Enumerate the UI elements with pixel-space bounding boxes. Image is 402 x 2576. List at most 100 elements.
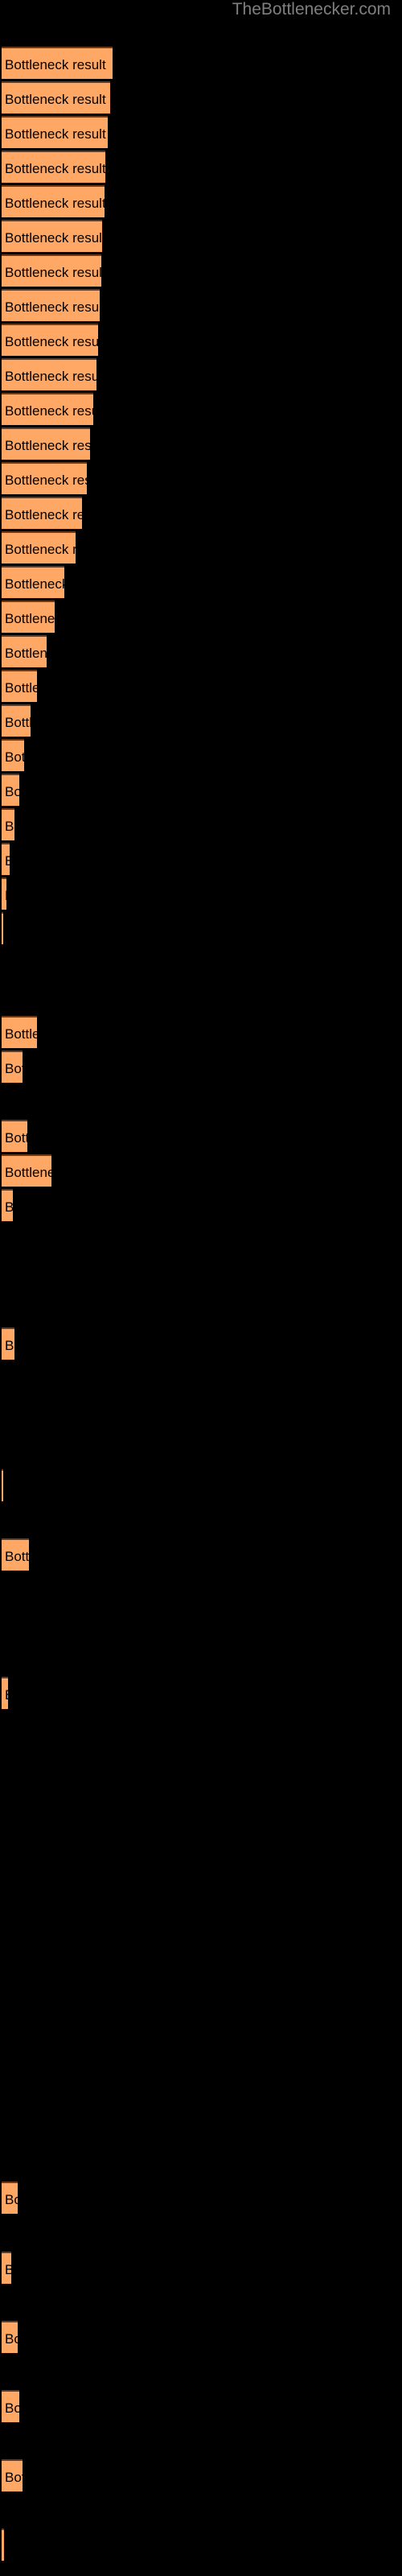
bar-label: Bottleneck result — [5, 844, 10, 875]
bar-row: Bottleneck result — [2, 1154, 51, 1187]
bar-38: Bottleneck result — [2, 2321, 18, 2353]
bar-label: Bottleneck result — [5, 161, 105, 176]
bar-14: Bottleneck result — [2, 497, 82, 529]
bar-row: Bottleneck result — [2, 116, 108, 148]
bar-5: Bottleneck result — [2, 185, 105, 217]
bar-15: Bottleneck result — [2, 531, 76, 564]
bar-label: Bottleneck result — [5, 334, 98, 349]
bar-row: Bottleneck result — [2, 1189, 13, 1221]
bar-row: Bottleneck result — [2, 912, 3, 944]
bar-6: Bottleneck result — [2, 220, 102, 252]
bar-31: Bottleneck result — [2, 1189, 13, 1221]
bar-row: Bottleneck result — [2, 877, 6, 910]
bar-label: Bottleneck result — [5, 1130, 27, 1146]
bar-row: Bottleneck result — [2, 1051, 23, 1083]
bar-chart-plot-area: Bottleneck result Bottleneck result Bottle… — [0, 0, 402, 2576]
bar-row: Bottleneck result — [2, 497, 82, 529]
bar-12: Bottleneck result — [2, 427, 90, 460]
bar-label: Bottleneck result — [5, 57, 106, 72]
bar-row: Bottleneck result — [2, 1538, 29, 1571]
bar-2: Bottleneck result — [2, 81, 110, 114]
bar-label: Bottleneck result — [5, 1549, 29, 1564]
bar-row: Bottleneck result — [2, 2182, 18, 2214]
bar-label: Bottleneck result — [5, 507, 82, 522]
bar-36: Bottleneck result — [2, 2182, 18, 2214]
bar-label: Bottleneck result — [5, 1061, 23, 1076]
bar-row: Bottleneck result — [2, 843, 10, 875]
bar-label: Bottleneck result — [5, 92, 106, 107]
bar-row: Bottleneck result — [2, 462, 87, 494]
bar-row: Bottleneck result — [2, 289, 100, 321]
bar-row: Bottleneck result — [2, 2252, 11, 2284]
bar-label: Bottleneck result — [5, 576, 64, 592]
bar-19: Bottleneck result — [2, 670, 37, 702]
bar-label: Bottleneck result — [5, 1165, 51, 1180]
bar-row: Bottleneck result — [2, 704, 31, 737]
bar-22: Bottleneck result — [2, 774, 19, 806]
bar-label: Bottleneck result — [5, 1338, 14, 1353]
bar-row: Bottleneck result — [2, 670, 37, 702]
bar-label: Bottleneck result — [5, 879, 6, 910]
bar-21: Bottleneck result — [2, 739, 24, 771]
bar-row: Bottleneck result — [2, 151, 105, 183]
bar-23: Bottleneck result — [2, 808, 14, 840]
bar-row: Bottleneck result — [2, 427, 90, 460]
bar-label: Bottleneck result — [5, 438, 90, 453]
bar-17: Bottleneck result — [2, 601, 55, 633]
bar-10: Bottleneck result — [2, 358, 96, 390]
bar-label: Bottleneck result — [5, 749, 24, 765]
bar-label: Bottleneck result — [5, 542, 76, 557]
bar-9: Bottleneck result — [2, 324, 98, 356]
bar-27: Bottleneck result — [2, 1016, 37, 1048]
bar-row: Bottleneck result — [2, 601, 55, 633]
bar-row: Bottleneck result — [2, 808, 14, 840]
bar-label: Bottleneck result — [5, 1678, 8, 1709]
bar-30: Bottleneck result — [2, 1154, 51, 1187]
bar-3: Bottleneck result — [2, 116, 108, 148]
bar-row: Bottleneck result — [2, 393, 93, 425]
bar-row: Bottleneck result — [2, 1327, 14, 1360]
bar-row: Bottleneck result — [2, 1677, 8, 1709]
bar-35: Bottleneck result — [2, 1677, 8, 1709]
bar-7: Bottleneck result — [2, 254, 101, 287]
bar-1: Bottleneck result — [2, 47, 113, 79]
bar-26: Bottleneck result — [2, 912, 3, 944]
bar-25: Bottleneck result — [2, 877, 6, 910]
bar-34: Bottleneck result — [2, 1538, 29, 1571]
bar-row: Bottleneck result — [2, 2321, 18, 2353]
bar-label: Bottleneck result — [5, 265, 101, 280]
bar-row: Bottleneck result — [2, 324, 98, 356]
bar-label: Bottleneck result — [5, 1026, 37, 1042]
bar-row: Bottleneck result — [2, 1120, 27, 1152]
bar-label: Bottleneck result — [5, 715, 31, 730]
bar-29: Bottleneck result — [2, 1120, 27, 1152]
bar-label: Bottleneck result — [5, 369, 96, 384]
bar-row: Bottleneck result — [2, 47, 113, 79]
bar-33: Bottleneck result — [2, 1469, 3, 1501]
bar-label: Bottleneck result — [5, 126, 106, 142]
bar-row: Bottleneck result — [2, 566, 64, 598]
bar-39: Bottleneck result — [2, 2390, 19, 2422]
bar-row: Bottleneck result — [2, 220, 102, 252]
bar-label: Bottleneck result — [5, 230, 102, 246]
bar-18: Bottleneck result — [2, 635, 47, 667]
bar-11: Bottleneck result — [2, 393, 93, 425]
bar-label: Bottleneck result — [5, 403, 93, 419]
bar-row: Bottleneck result — [2, 2390, 19, 2422]
bar-label: Bottleneck result — [5, 646, 47, 661]
bar-row: Bottleneck result — [2, 185, 105, 217]
bar-row: Bottleneck result — [2, 1469, 3, 1501]
bar-row: Bottleneck result — [2, 1016, 37, 1048]
bar-label: Bottleneck result — [5, 784, 19, 799]
bar-label: Bottleneck result — [5, 2253, 11, 2284]
bar-label: Bottleneck result — [5, 473, 87, 488]
bar-4: Bottleneck result — [2, 151, 105, 183]
bar-label: Bottleneck result — [5, 196, 105, 211]
bar-label: Bottleneck result — [5, 819, 14, 834]
bar-8: Bottleneck result — [2, 289, 100, 321]
bar-row: Bottleneck result — [2, 774, 19, 806]
bar-row: Bottleneck result — [2, 635, 47, 667]
bar-20: Bottleneck result — [2, 704, 31, 737]
bar-label: Bottleneck result — [5, 299, 100, 315]
bar-40: Bottleneck result — [2, 2459, 23, 2491]
